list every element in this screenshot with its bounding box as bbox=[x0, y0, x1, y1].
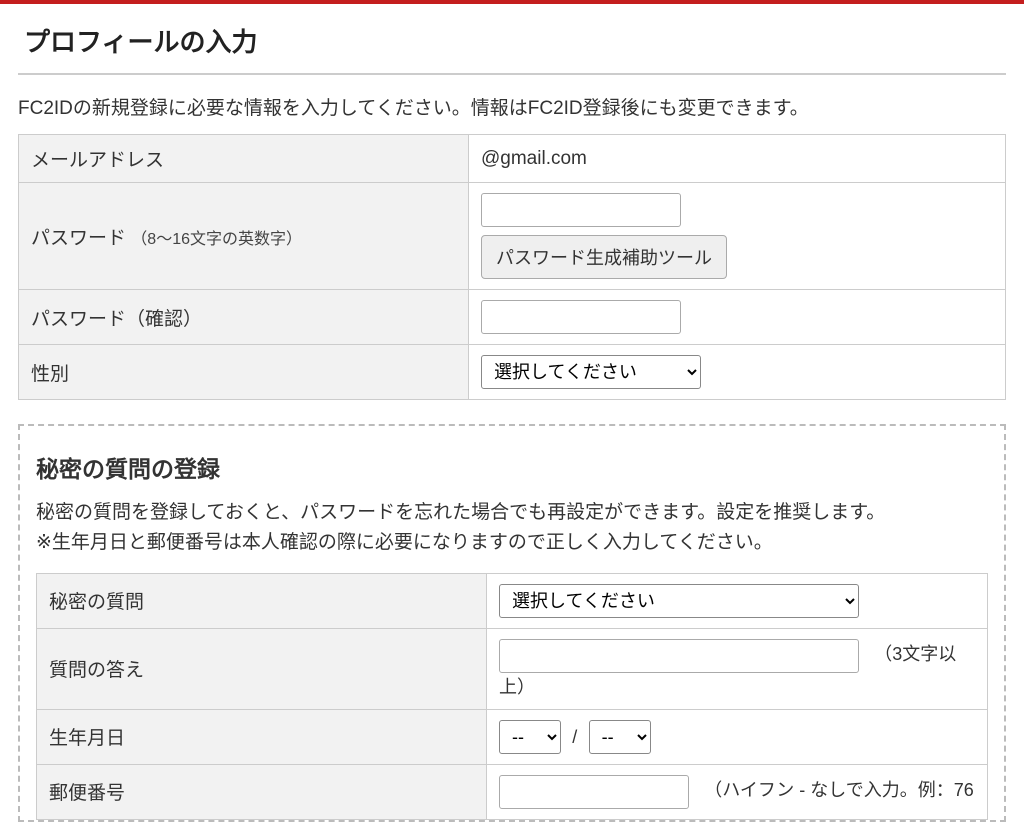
date-separator: / bbox=[572, 727, 577, 748]
row-email: メールアドレス @gmail.com bbox=[19, 135, 1006, 183]
postal-hint: （ハイフン - なしで入力。例：76 bbox=[704, 780, 973, 800]
intro-text: FC2IDの新規登録に必要な情報を入力してください。情報はFC2ID登録後にも変… bbox=[18, 75, 1006, 134]
label-secret-question: 秘密の質問 bbox=[37, 573, 487, 628]
secret-form-table: 秘密の質問 選択してください 質問の答え （3文字以上） 生年月日 bbox=[36, 573, 988, 820]
birth-day-select[interactable]: -- bbox=[589, 720, 651, 754]
row-birthdate: 生年月日 -- / -- bbox=[37, 709, 988, 764]
password-generator-button[interactable]: パスワード生成補助ツール bbox=[481, 235, 727, 279]
postal-input[interactable] bbox=[499, 775, 689, 809]
label-email: メールアドレス bbox=[19, 135, 469, 183]
secret-question-select[interactable]: 選択してください bbox=[499, 584, 859, 618]
label-password-confirm: パスワード（確認） bbox=[19, 290, 469, 345]
top-accent-bar bbox=[0, 0, 1024, 4]
row-postal: 郵便番号 （ハイフン - なしで入力。例：76 bbox=[37, 764, 988, 819]
row-password-confirm: パスワード（確認） bbox=[19, 290, 1006, 345]
password-confirm-input[interactable] bbox=[481, 300, 681, 334]
row-secret-answer: 質問の答え （3文字以上） bbox=[37, 628, 988, 709]
row-password: パスワード （8〜16文字の英数字） パスワード生成補助ツール bbox=[19, 183, 1006, 290]
birth-month-select[interactable]: -- bbox=[499, 720, 561, 754]
secret-question-section: 秘密の質問の登録 秘密の質問を登録しておくと、パスワードを忘れた場合でも再設定が… bbox=[18, 424, 1006, 822]
profile-form-table: メールアドレス @gmail.com パスワード （8〜16文字の英数字） パス… bbox=[18, 134, 1006, 400]
row-secret-question: 秘密の質問 選択してください bbox=[37, 573, 988, 628]
label-password: パスワード （8〜16文字の英数字） bbox=[19, 183, 469, 290]
gender-select[interactable]: 選択してください bbox=[481, 355, 701, 389]
secret-description: 秘密の質問を登録しておくと、パスワードを忘れた場合でも再設定ができます。設定を推… bbox=[36, 498, 988, 559]
label-birthdate: 生年月日 bbox=[37, 709, 487, 764]
password-note: （8〜16文字の英数字） bbox=[131, 231, 302, 248]
value-email: @gmail.com bbox=[469, 135, 1006, 183]
page-title: プロフィールの入力 bbox=[18, 22, 1006, 75]
row-gender: 性別 選択してください bbox=[19, 345, 1006, 400]
secret-answer-input[interactable] bbox=[499, 639, 859, 673]
label-postal: 郵便番号 bbox=[37, 764, 487, 819]
password-input[interactable] bbox=[481, 193, 681, 227]
label-secret-answer: 質問の答え bbox=[37, 628, 487, 709]
label-gender: 性別 bbox=[19, 345, 469, 400]
secret-title: 秘密の質問の登録 bbox=[36, 450, 988, 484]
